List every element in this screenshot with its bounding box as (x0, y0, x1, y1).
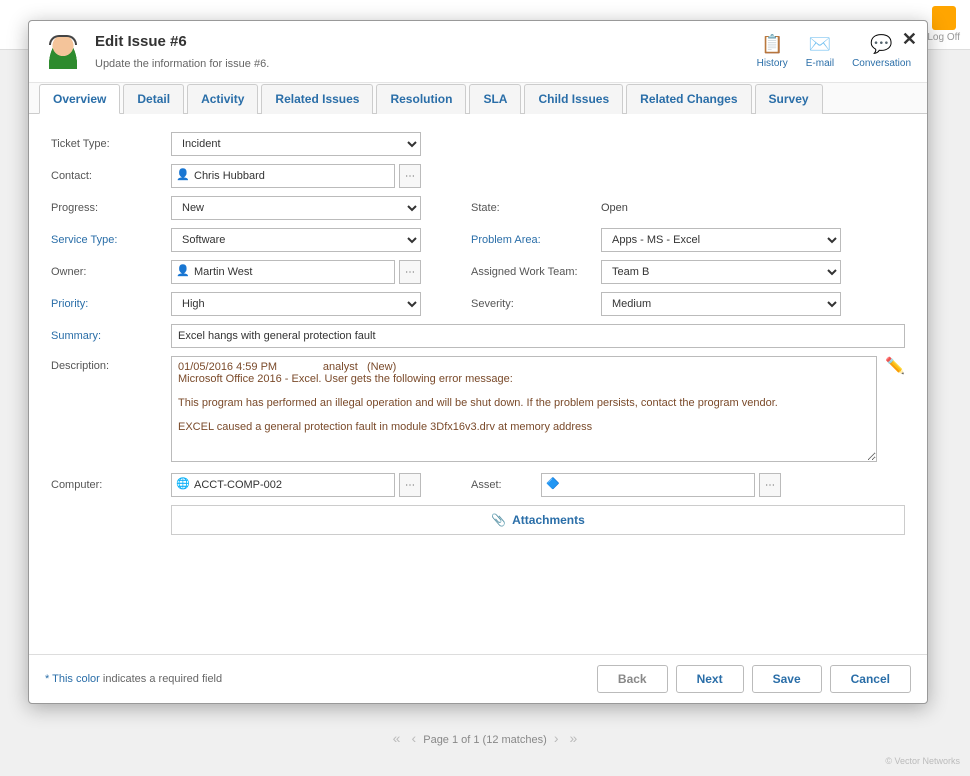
attachments-label: Attachments (512, 513, 585, 527)
save-button[interactable]: Save (752, 665, 822, 693)
owner-label: Owner: (51, 266, 171, 278)
tab-survey[interactable]: Survey (755, 84, 823, 114)
asset-label: Asset: (471, 479, 541, 491)
tab-child-issues[interactable]: Child Issues (524, 84, 623, 114)
progress-select[interactable]: New (171, 196, 421, 220)
back-button[interactable]: Back (597, 665, 668, 693)
asset-input[interactable] (541, 473, 755, 497)
owner-input[interactable] (171, 260, 395, 284)
service-type-select[interactable]: Software (171, 228, 421, 252)
assigned-team-label: Assigned Work Team: (471, 266, 601, 278)
progress-label: Progress: (51, 202, 171, 214)
attachment-icon: 📎 (491, 513, 506, 527)
modal-title: Edit Issue #6 (95, 33, 269, 50)
description-label: Description: (51, 356, 171, 372)
computer-lookup-button[interactable]: ⋯ (399, 473, 421, 497)
logoff-button[interactable]: Log Off (927, 6, 960, 43)
history-icon: 📋 (759, 33, 785, 55)
tab-related-issues[interactable]: Related Issues (261, 84, 373, 114)
contact-lookup-button[interactable]: ⋯ (399, 164, 421, 188)
tab-sla[interactable]: SLA (469, 84, 521, 114)
computer-input[interactable] (171, 473, 395, 497)
pencil-icon: ✏️ (885, 358, 905, 375)
email-button[interactable]: ✉️ E-mail (806, 33, 834, 69)
conversation-icon: 💬 (869, 33, 895, 55)
computer-label: Computer: (51, 479, 171, 491)
tab-overview[interactable]: Overview (39, 84, 120, 114)
summary-label: Summary: (51, 330, 171, 342)
pager-prev-icon[interactable]: ‹ (412, 730, 417, 746)
tab-detail[interactable]: Detail (123, 84, 184, 114)
attachments-button[interactable]: 📎 Attachments (171, 505, 905, 535)
agent-icon (45, 33, 81, 69)
tabs: Overview Detail Activity Related Issues … (29, 83, 927, 114)
severity-select[interactable]: Medium (601, 292, 841, 316)
problem-area-label: Problem Area: (471, 234, 601, 246)
edit-issue-modal: Edit Issue #6 Update the information for… (28, 20, 928, 704)
problem-area-select[interactable]: Apps - MS - Excel (601, 228, 841, 252)
state-value: Open (601, 202, 628, 214)
edit-description-button[interactable]: ✏️ (885, 356, 905, 376)
email-icon: ✉️ (807, 33, 833, 55)
pager: « ‹ Page 1 of 1 (12 matches) › » (0, 730, 970, 746)
description-textarea[interactable]: 01/05/2016 4:59 PM analyst (New) Microso… (171, 356, 877, 462)
tab-resolution[interactable]: Resolution (376, 84, 466, 114)
ticket-type-label: Ticket Type: (51, 138, 171, 150)
ticket-type-select[interactable]: Incident (171, 132, 421, 156)
severity-label: Severity: (471, 298, 601, 310)
modal-subtitle: Update the information for issue #6. (95, 58, 269, 70)
state-label: State: (471, 202, 601, 214)
asset-lookup-button[interactable]: ⋯ (759, 473, 781, 497)
pager-last-icon[interactable]: » (570, 730, 578, 746)
pager-first-icon[interactable]: « (393, 730, 401, 746)
priority-label: Priority: (51, 298, 171, 310)
tab-related-changes[interactable]: Related Changes (626, 84, 751, 114)
next-button[interactable]: Next (676, 665, 744, 693)
contact-input[interactable] (171, 164, 395, 188)
owner-lookup-button[interactable]: ⋯ (399, 260, 421, 284)
summary-input[interactable] (171, 324, 905, 348)
history-button[interactable]: 📋 History (757, 33, 788, 69)
pager-next-icon[interactable]: › (554, 730, 559, 746)
contact-label: Contact: (51, 170, 171, 182)
close-button[interactable]: ✕ (902, 29, 917, 50)
priority-select[interactable]: High (171, 292, 421, 316)
pager-text: Page 1 of 1 (12 matches) (423, 734, 547, 746)
service-type-label: Service Type: (51, 234, 171, 246)
required-note: * This color indicates a required field (45, 673, 222, 685)
cancel-button[interactable]: Cancel (830, 665, 911, 693)
assigned-team-select[interactable]: Team B (601, 260, 841, 284)
tab-activity[interactable]: Activity (187, 84, 258, 114)
logoff-label: Log Off (927, 32, 960, 43)
logoff-icon (932, 6, 956, 30)
copyright: © Vector Networks (885, 756, 960, 766)
